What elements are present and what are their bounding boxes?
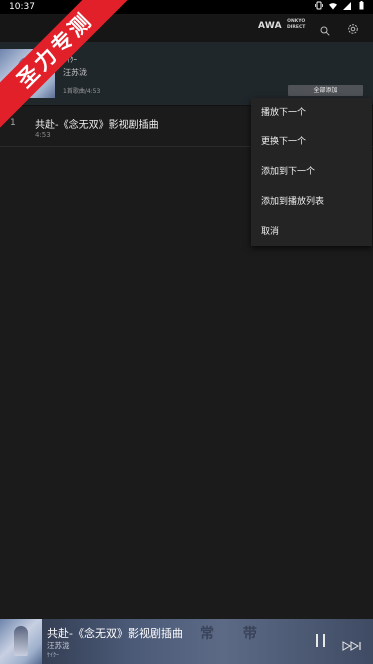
album-meta: 1首歌曲/4:53 — [63, 88, 101, 95]
next-track-icon[interactable] — [342, 636, 363, 655]
album-artist: 汪苏泷 — [63, 68, 87, 77]
onkyo-direct-button[interactable]: ONKYO DIRECT — [287, 19, 305, 30]
status-bar: 10:37 — [0, 0, 373, 14]
menu-item-add-next[interactable]: 添加到下一个 — [261, 165, 315, 179]
awa-button[interactable]: AWA — [258, 21, 282, 31]
app-bar: AWA ONKYO DIRECT — [0, 14, 373, 42]
player-album: ｹｲｸｰ — [47, 652, 60, 659]
menu-item-replace-next[interactable]: 更换下一个 — [261, 135, 306, 149]
add-all-button[interactable]: 全部添加 — [288, 85, 363, 96]
context-menu: 播放下一个 更换下一个 添加到下一个 添加到播放列表 取消 — [251, 98, 372, 246]
wifi-icon — [329, 1, 337, 10]
track-title: 共赴-《念无双》影视剧插曲 — [35, 120, 159, 131]
settings-gear-icon[interactable] — [347, 20, 359, 39]
track-duration: 4:53 — [35, 131, 51, 139]
player-title: 共赴-《念无双》影视剧插曲 — [47, 627, 183, 640]
vibrate-icon — [315, 1, 323, 10]
onkyo-label: ONKYO — [287, 19, 306, 24]
menu-item-play-next[interactable]: 播放下一个 — [261, 106, 306, 120]
album-title: ｹｲｸｰ — [63, 56, 77, 64]
signal-icon — [343, 1, 351, 10]
album-cover-image — [0, 49, 55, 98]
battery-icon — [357, 1, 365, 10]
status-time: 10:37 — [9, 2, 35, 12]
search-icon[interactable] — [320, 21, 330, 40]
menu-item-add-playlist[interactable]: 添加到播放列表 — [261, 195, 324, 209]
player-background-text: 常 带 — [200, 626, 269, 642]
menu-item-cancel[interactable]: 取消 — [261, 225, 279, 239]
direct-label: DIRECT — [287, 24, 306, 30]
track-number: 1 — [10, 118, 16, 128]
player-cover-image — [0, 619, 42, 664]
pause-icon[interactable] — [316, 634, 325, 647]
